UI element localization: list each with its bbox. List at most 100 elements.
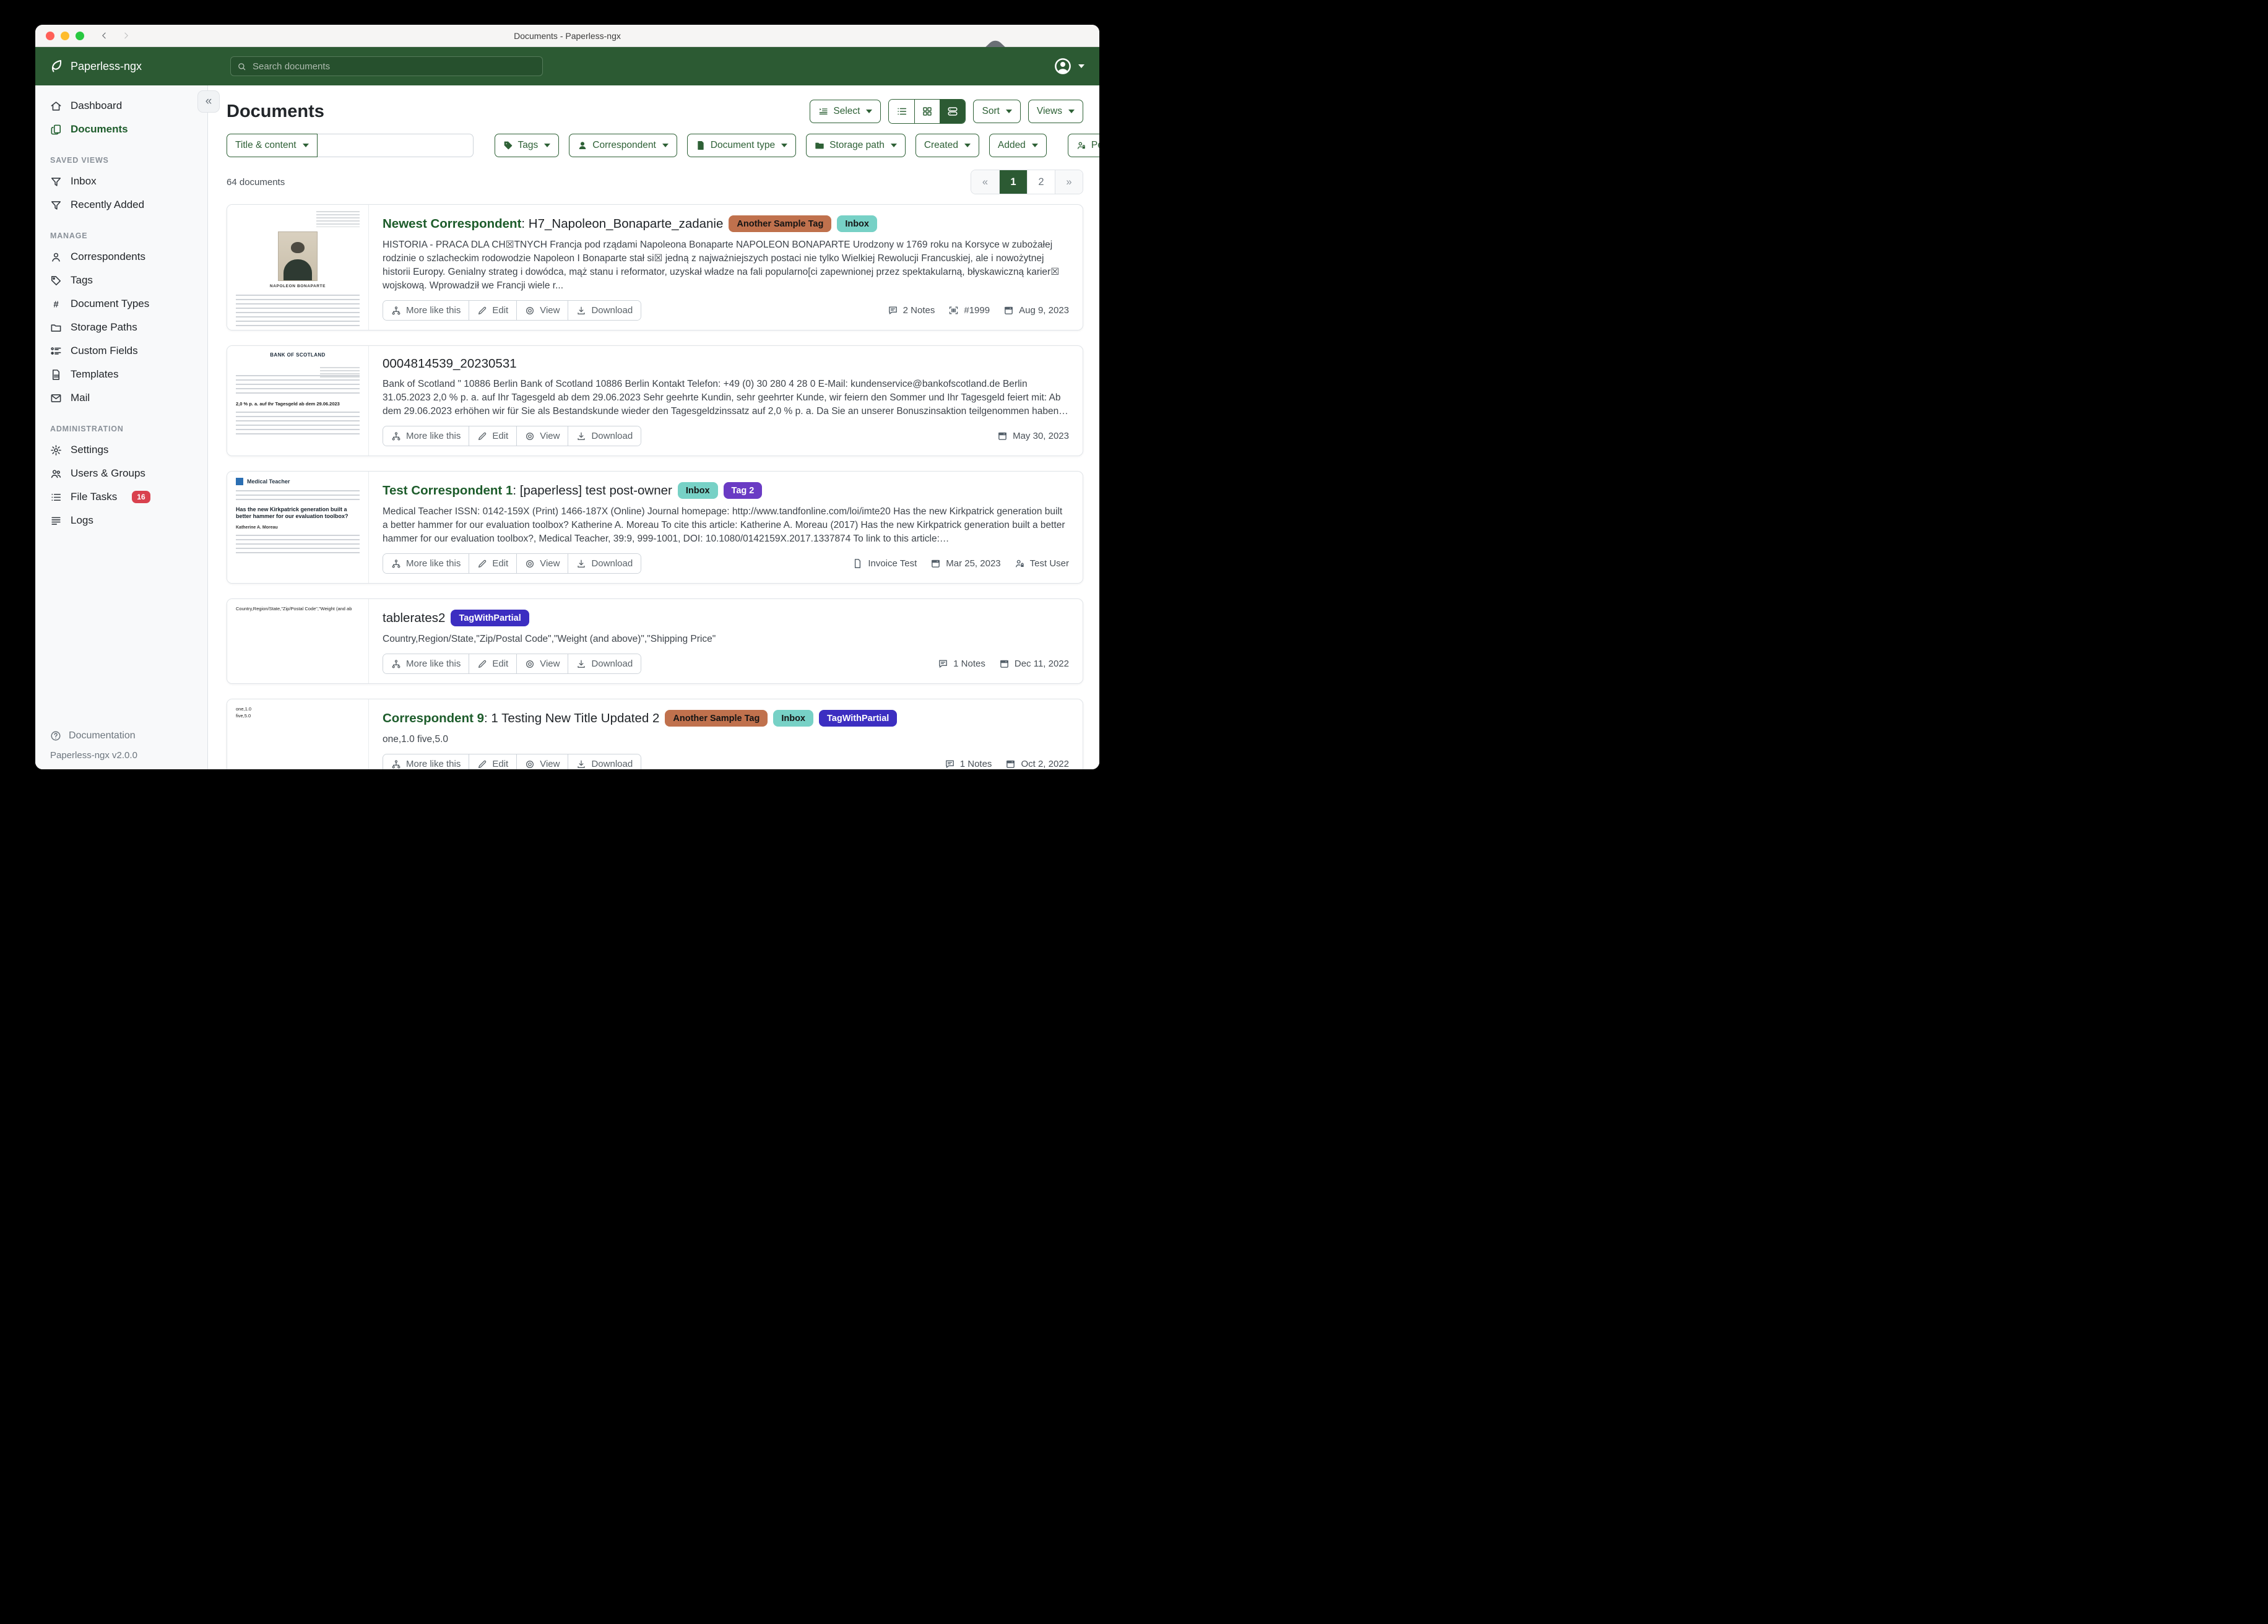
tag-pill[interactable]: TagWithPartial [451, 610, 529, 626]
sidebar-collapse-button[interactable]: « [197, 90, 220, 113]
download-button[interactable]: Download [568, 754, 641, 769]
sidebar-item-inbox[interactable]: Inbox [35, 170, 207, 193]
created-filter-button[interactable]: Created [915, 134, 979, 157]
tag-pill[interactable]: Tag 2 [724, 482, 763, 499]
document-list: NAPOLEON BONAPARTE Newest Correspondent:… [227, 204, 1083, 769]
person-icon [50, 251, 62, 263]
sidebar-item-correspondents[interactable]: Correspondents [35, 245, 207, 269]
document-title-link[interactable]: Newest Correspondent: H7_Napoleon_Bonapa… [383, 217, 723, 231]
sidebar-item-custom-fields[interactable]: Custom Fields [35, 339, 207, 363]
document-title-link[interactable]: Test Correspondent 1: [paperless] test p… [383, 483, 672, 498]
document-title-link[interactable]: tablerates2 [383, 611, 445, 626]
sidebar-item-logs[interactable]: Logs [35, 509, 207, 532]
view-button[interactable]: View [516, 754, 568, 769]
pagination-page-2[interactable]: 2 [1027, 170, 1055, 194]
edit-button[interactable]: Edit [469, 554, 516, 573]
storage-path-filter-button[interactable]: Storage path [806, 134, 906, 157]
brand[interactable]: Paperless-ngx [49, 59, 142, 74]
sidebar-item-file-tasks[interactable]: File Tasks 16 [35, 485, 207, 509]
added-filter-button[interactable]: Added [989, 134, 1047, 157]
tag-pill[interactable]: Another Sample Tag [729, 215, 831, 232]
sidebar-item-label: Mail [71, 392, 90, 404]
pagination-prev[interactable]: « [971, 170, 999, 194]
sidebar-item-mail[interactable]: Mail [35, 386, 207, 410]
view-button[interactable]: View [516, 426, 568, 446]
sidebar-item-settings[interactable]: Settings [35, 438, 207, 462]
view-grid-button[interactable] [914, 100, 940, 123]
view-detail-button[interactable] [940, 100, 965, 123]
view-list-button[interactable] [889, 100, 914, 123]
document-thumbnail[interactable]: Medical Teacher Has the new Kirkpatrick … [227, 472, 369, 583]
document-type-filter-button[interactable]: Document type [687, 134, 796, 157]
date-indicator: Aug 9, 2023 [1003, 305, 1069, 316]
close-window-button[interactable] [46, 32, 54, 40]
edit-button[interactable]: Edit [469, 754, 516, 769]
view-button[interactable]: View [516, 554, 568, 573]
sort-button[interactable]: Sort [973, 100, 1020, 123]
document-title-link[interactable]: 0004814539_20230531 [383, 356, 517, 371]
tag-pill[interactable]: TagWithPartial [819, 710, 897, 727]
document-thumbnail[interactable]: Country,Region/State,"Zip/Postal Code","… [227, 599, 369, 683]
gear-icon [50, 444, 62, 456]
download-button[interactable]: Download [568, 301, 641, 320]
documentation-link[interactable]: Documentation [35, 725, 207, 746]
download-button[interactable]: Download [568, 554, 641, 573]
funnel-icon [50, 176, 62, 188]
more-like-this-button[interactable]: More like this [383, 301, 469, 320]
minimize-window-button[interactable] [61, 32, 69, 40]
tag-pill[interactable]: Inbox [773, 710, 813, 727]
forward-icon[interactable] [122, 32, 130, 40]
download-button[interactable]: Download [568, 654, 641, 673]
tag-pill[interactable]: Inbox [837, 215, 877, 232]
filter-field-label: Title & content [235, 140, 296, 151]
tags-filter-button[interactable]: Tags [495, 134, 560, 157]
sidebar-item-tags[interactable]: Tags [35, 269, 207, 292]
view-button[interactable]: View [516, 654, 568, 673]
notes-indicator[interactable]: 1 Notes [945, 759, 992, 769]
notes-indicator[interactable]: 2 Notes [888, 305, 935, 316]
view-button[interactable]: View [516, 301, 568, 320]
portrait-image [279, 232, 317, 280]
select-label: Select [833, 106, 860, 117]
edit-button[interactable]: Edit [469, 426, 516, 446]
sidebar-item-label: Settings [71, 444, 108, 456]
document-thumbnail[interactable]: BANK OF SCOTLAND 2,0 % p. a. auf Ihr Tag… [227, 346, 369, 456]
sidebar-item-storage-paths[interactable]: Storage Paths [35, 316, 207, 339]
tag-pill[interactable]: Another Sample Tag [665, 710, 768, 727]
zoom-window-button[interactable] [76, 32, 84, 40]
search-input[interactable] [251, 61, 536, 72]
pagination-next[interactable]: » [1055, 170, 1083, 194]
more-like-this-button[interactable]: More like this [383, 654, 469, 673]
back-icon[interactable] [100, 32, 108, 40]
pagination-page-1[interactable]: 1 [999, 170, 1027, 194]
tag-pill[interactable]: Inbox [678, 482, 718, 499]
more-like-this-button[interactable]: More like this [383, 754, 469, 769]
permissions-filter-label: Permissions [1091, 140, 1099, 151]
download-button[interactable]: Download [568, 426, 641, 446]
select-button[interactable]: Select [810, 100, 881, 123]
search-icon [237, 62, 246, 71]
filter-text-input[interactable] [318, 134, 474, 157]
sidebar-item-templates[interactable]: Templates [35, 363, 207, 386]
edit-button[interactable]: Edit [469, 654, 516, 673]
calendar-icon [930, 558, 941, 569]
user-menu[interactable] [1054, 57, 1084, 76]
sidebar-item-users-groups[interactable]: Users & Groups [35, 462, 207, 485]
document-thumbnail[interactable]: NAPOLEON BONAPARTE [227, 205, 369, 330]
sidebar-item-dashboard[interactable]: Dashboard [35, 94, 207, 118]
document-title-link[interactable]: Correspondent 9: 1 Testing New Title Upd… [383, 711, 659, 726]
edit-button[interactable]: Edit [469, 301, 516, 320]
correspondent-filter-button[interactable]: Correspondent [569, 134, 677, 157]
notes-indicator[interactable]: 1 Notes [938, 659, 985, 669]
more-like-this-button[interactable]: More like this [383, 554, 469, 573]
caret-down-icon [303, 144, 309, 147]
permissions-filter-button[interactable]: Permissions [1068, 134, 1099, 157]
views-button[interactable]: Views [1028, 100, 1083, 123]
sidebar-item-recently-added[interactable]: Recently Added [35, 193, 207, 217]
document-thumbnail[interactable]: one,1.0 five,5.0 [227, 699, 369, 769]
sidebar-item-document-types[interactable]: # Document Types [35, 292, 207, 316]
more-like-this-button[interactable]: More like this [383, 426, 469, 446]
document-excerpt: Bank of Scotland " 10886 Berlin Bank of … [383, 378, 1069, 418]
filter-field-button[interactable]: Title & content [227, 134, 318, 157]
sidebar-item-documents[interactable]: Documents [35, 118, 207, 141]
